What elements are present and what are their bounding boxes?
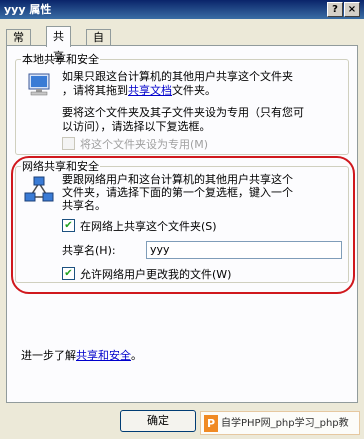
learn-more-text: 进一步了解共享和安全。 bbox=[21, 349, 142, 362]
computer-icon bbox=[28, 73, 50, 96]
ok-button[interactable]: 确定 bbox=[120, 410, 196, 432]
highlight-ellipse bbox=[11, 156, 355, 294]
tab-customize[interactable]: 自定义 bbox=[86, 29, 111, 76]
watermark: P 自学PHP网_php学习_php教 bbox=[200, 411, 360, 435]
make-private-label: 将这个文件夹设为专用(M) bbox=[80, 138, 209, 151]
shared-documents-link[interactable]: 共享文档 bbox=[128, 84, 172, 97]
watermark-logo: P bbox=[204, 415, 218, 432]
learn-more-suffix: 。 bbox=[131, 349, 142, 362]
window-title: yyy 属性 bbox=[4, 3, 52, 16]
make-private-checkbox[interactable] bbox=[62, 137, 75, 150]
close-button[interactable]: × bbox=[344, 2, 360, 17]
local-desc-line2: ，请将其拖到共享文档文件夹。 bbox=[62, 84, 216, 97]
help-button[interactable]: ? bbox=[327, 2, 343, 17]
local-desc-prefix: ，请将其拖到 bbox=[62, 84, 128, 97]
tab-sharing[interactable]: 共享 bbox=[46, 26, 71, 63]
local-desc-suffix: 文件夹。 bbox=[172, 84, 216, 97]
local-desc-line1: 如果只跟这台计算机的其他用户共享这个文件夹 bbox=[62, 70, 293, 83]
tab-panel-sharing: 本地共享和安全 如果只跟这台计算机的其他用户共享这个文件夹 ，请将其拖到共享文档… bbox=[6, 45, 358, 403]
sharing-security-link[interactable]: 共享和安全 bbox=[76, 349, 131, 362]
local-sharing-group: 本地共享和安全 如果只跟这台计算机的其他用户共享这个文件夹 ，请将其拖到共享文档… bbox=[15, 53, 349, 155]
private-desc-line2: 以访问），请选择以下复选框。 bbox=[62, 120, 211, 133]
title-bar: yyy 属性 ? × bbox=[0, 0, 364, 19]
learn-more-prefix: 进一步了解 bbox=[21, 349, 76, 362]
tab-general[interactable]: 常规 bbox=[6, 29, 31, 60]
private-desc-line1: 要将这个文件夹及其子文件夹设为专用（只有您可 bbox=[62, 106, 304, 119]
watermark-text: 自学PHP网_php学习_php教 bbox=[221, 418, 349, 429]
